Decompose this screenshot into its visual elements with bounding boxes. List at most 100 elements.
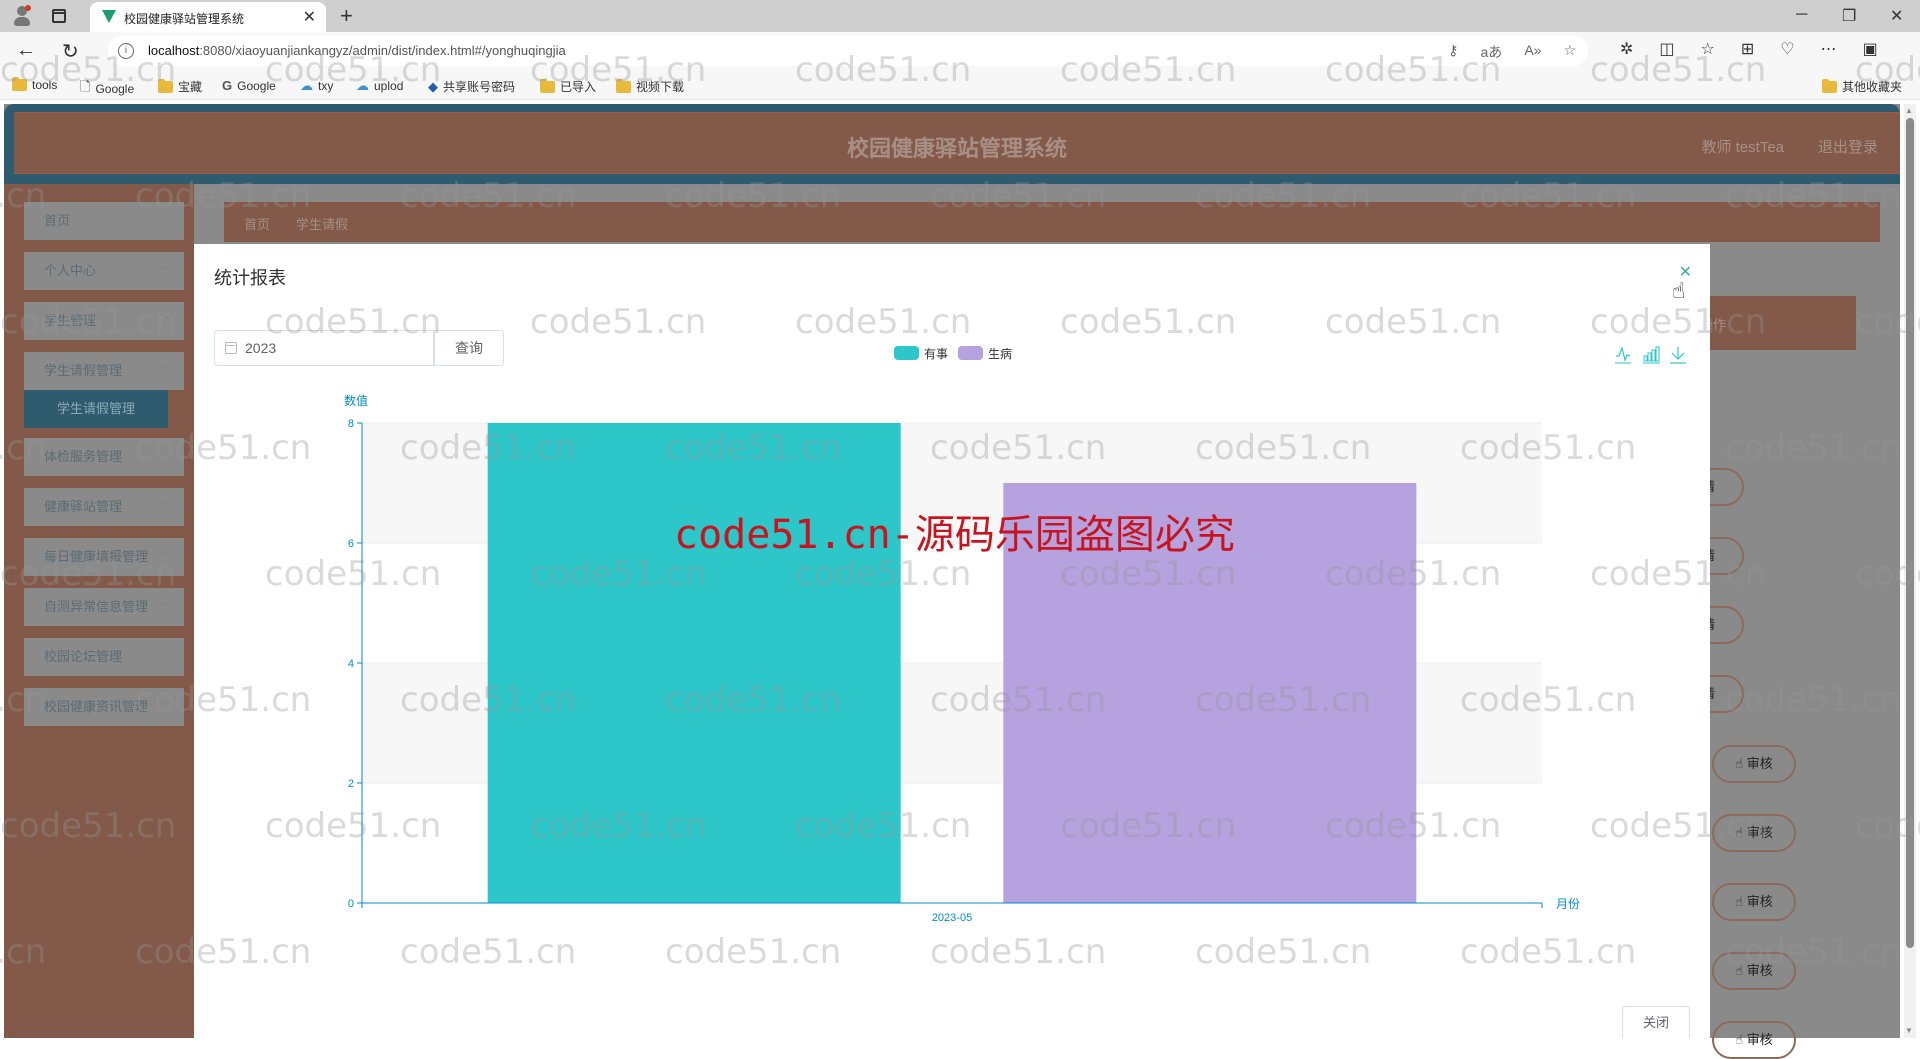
bookmark-google[interactable]: 🗋 Google — [80, 78, 134, 100]
mouse-cursor-icon: ☝ — [1672, 278, 1686, 303]
translate-icon[interactable]: aあ — [1481, 42, 1503, 62]
page-scrollbar[interactable]: ▲ ▼ — [1904, 104, 1916, 1038]
audit-button[interactable]: ☝ 审核 — [1712, 814, 1796, 852]
logout-link[interactable]: 退出登录 — [1818, 136, 1878, 157]
reload-icon[interactable]: ↻ — [62, 39, 79, 64]
collections-icon[interactable]: ⊞ — [1741, 39, 1754, 59]
favorite-star-icon[interactable]: ☆ — [1563, 42, 1576, 62]
bar-生病 — [1003, 483, 1417, 903]
chevron-down-icon: ﹀ — [161, 551, 172, 563]
bookmark-uplod[interactable]: ☁ uplod — [356, 78, 403, 94]
audit-button[interactable]: ☝ 审核 — [1712, 745, 1796, 783]
sidebar-item-news[interactable]: 校园健康资讯管理 ﹀ — [24, 688, 184, 726]
sidebar-item-checkup[interactable]: 体检服务管理 ﹀ — [24, 438, 184, 476]
table-header-action: 操作 — [1700, 296, 1856, 350]
y-tick-label: 0 — [348, 898, 354, 910]
chevron-down-icon: ﹀ — [161, 701, 172, 713]
bookmark-imported[interactable]: 已导入 — [540, 78, 596, 95]
folder-icon — [540, 78, 555, 93]
bookmark-google-2[interactable]: G Google — [222, 78, 276, 93]
audit-button[interactable]: ☝ 审核 — [1712, 1021, 1796, 1059]
sidebar-item-leave[interactable]: 学生请假管理 ﹀ — [24, 352, 184, 390]
sidebar-toggle-icon[interactable]: ▣ — [1863, 39, 1878, 59]
restore-icon[interactable]: ❐ — [1842, 6, 1856, 26]
tab-actions-icon[interactable] — [52, 9, 66, 23]
key-icon[interactable]: ⚷ — [1448, 42, 1458, 62]
window-close-icon[interactable]: ✕ — [1890, 6, 1903, 26]
scroll-down-icon[interactable]: ▼ — [1905, 1026, 1913, 1035]
minimize-icon[interactable]: ─ — [1796, 6, 1807, 24]
chevron-down-icon: ﹀ — [161, 265, 172, 277]
current-user: 教师 testTea — [1701, 139, 1784, 156]
page-icon: 🗋 — [80, 79, 91, 94]
bar-有事 — [487, 423, 901, 903]
breadcrumb-current: 学生请假 — [296, 217, 349, 232]
more-icon[interactable]: ⋯ — [1821, 39, 1837, 59]
y-tick-label: 2 — [348, 778, 354, 790]
sidebar: 首页 个人中心 ﹀ 学生管理 ﹀ 学生请假管理 ﹀ 学生请假管理 体检服务管理 ﹀ 健康… — [4, 184, 194, 1038]
sidebar-item-students[interactable]: 学生管理 ﹀ — [24, 302, 184, 340]
extensions-icon[interactable]: ✲ — [1620, 39, 1633, 59]
bookmarks-bar: tools 🗋 Google 宝藏 G Google ☁ txy ☁ uplod ◆ 共享… — [0, 70, 1920, 100]
y-tick-label: 6 — [348, 538, 354, 550]
browser-tab[interactable]: 校园健康驿站管理系统 ✕ — [90, 2, 326, 32]
close-button[interactable]: 关闭 — [1622, 1006, 1690, 1038]
sidebar-item-health-station[interactable]: 健康驿站管理 ﹀ — [24, 488, 184, 526]
vue-logo-icon — [102, 10, 116, 23]
chevron-down-icon: ﹀ — [161, 451, 172, 463]
dialog-title: 统计报表 — [214, 268, 286, 288]
y-tick-label: 4 — [348, 658, 354, 670]
y-axis-title: 数值 — [344, 393, 368, 408]
sidebar-item-daily-report[interactable]: 每日健康填报管理 ﹀ — [24, 538, 184, 576]
bar-chart-icon — [1651, 349, 1656, 362]
legend-swatch — [958, 346, 983, 360]
split-screen-icon[interactable]: ◫ — [1659, 39, 1674, 59]
chevron-down-icon: ﹀ — [161, 501, 172, 513]
x-tick-label: 2023-05 — [932, 912, 972, 924]
health-icon[interactable]: ♡ — [1780, 39, 1794, 59]
back-icon[interactable]: ← — [16, 39, 36, 62]
sidebar-item-forum[interactable]: 校园论坛管理 ﹀ — [24, 638, 184, 676]
tab-close-icon[interactable]: ✕ — [303, 7, 316, 27]
app-title: 校园健康驿站管理系统 — [846, 136, 1067, 161]
favorites-icon[interactable]: ☆ — [1701, 39, 1715, 59]
chevron-down-icon: ﹀ — [161, 601, 172, 613]
chart-svg: 0 2 4 6 8 2023-05 数值月份 有事 生病 — [344, 345, 1686, 924]
audit-button[interactable]: ☝ 审核 — [1712, 883, 1796, 921]
folder-icon — [616, 78, 631, 93]
profile-icon[interactable] — [12, 5, 34, 27]
line-chart-icon — [1616, 345, 1631, 362]
sidebar-item-self-test[interactable]: 自测异常信息管理 ﹀ — [24, 588, 184, 626]
bookmark-video-download[interactable]: 视频下载 — [616, 78, 684, 95]
scroll-thumb[interactable] — [1906, 118, 1914, 948]
legend-swatch — [894, 346, 919, 360]
bookmark-txy[interactable]: ☁ txy — [300, 78, 333, 94]
scroll-up-icon[interactable]: ▲ — [1905, 106, 1913, 115]
bookmark-other[interactable]: 其他收藏夹 — [1822, 78, 1902, 95]
sidebar-item-personal-center[interactable]: 个人中心 ﹀ — [24, 252, 184, 290]
breadcrumb-home[interactable]: 首页 — [244, 214, 270, 233]
tab-title: 校园健康驿站管理系统 — [124, 12, 245, 26]
bookmark-tools[interactable]: tools — [12, 77, 57, 92]
bookmark-baozang[interactable]: 宝藏 — [158, 78, 202, 95]
folder-icon — [1822, 78, 1837, 93]
bar-chart-icon — [1643, 355, 1648, 362]
breadcrumb: 首页 学生请假 — [224, 202, 1880, 242]
chevron-down-icon: ﹀ — [161, 365, 172, 377]
new-tab-icon[interactable]: + — [340, 3, 353, 29]
share-icon: ◆ — [428, 78, 438, 94]
sidebar-item-home[interactable]: 首页 — [24, 202, 184, 240]
chevron-down-icon: ﹀ — [161, 651, 172, 663]
read-aloud-icon[interactable]: A» — [1524, 42, 1541, 62]
google-icon: G — [222, 78, 233, 93]
legend-label: 生病 — [988, 346, 1012, 361]
hand-pointer-icon: ☝ — [1735, 963, 1747, 978]
sidebar-subitem-leave-management[interactable]: 学生请假管理 — [24, 390, 168, 428]
cloud-icon: ☁ — [300, 78, 313, 93]
info-icon[interactable]: i — [118, 43, 134, 59]
url-input[interactable]: i localhost:8080/xiaoyuanjiankangyz/admi… — [108, 36, 1588, 66]
bookmark-shared-accounts[interactable]: ◆ 共享账号密码 — [428, 78, 515, 95]
audit-button[interactable]: ☝ 审核 — [1712, 952, 1796, 990]
browser-tab-bar: 校园健康驿站管理系统 ✕ + ─ ❐ ✕ — [0, 0, 1920, 32]
x-axis-title: 月份 — [1556, 897, 1580, 911]
